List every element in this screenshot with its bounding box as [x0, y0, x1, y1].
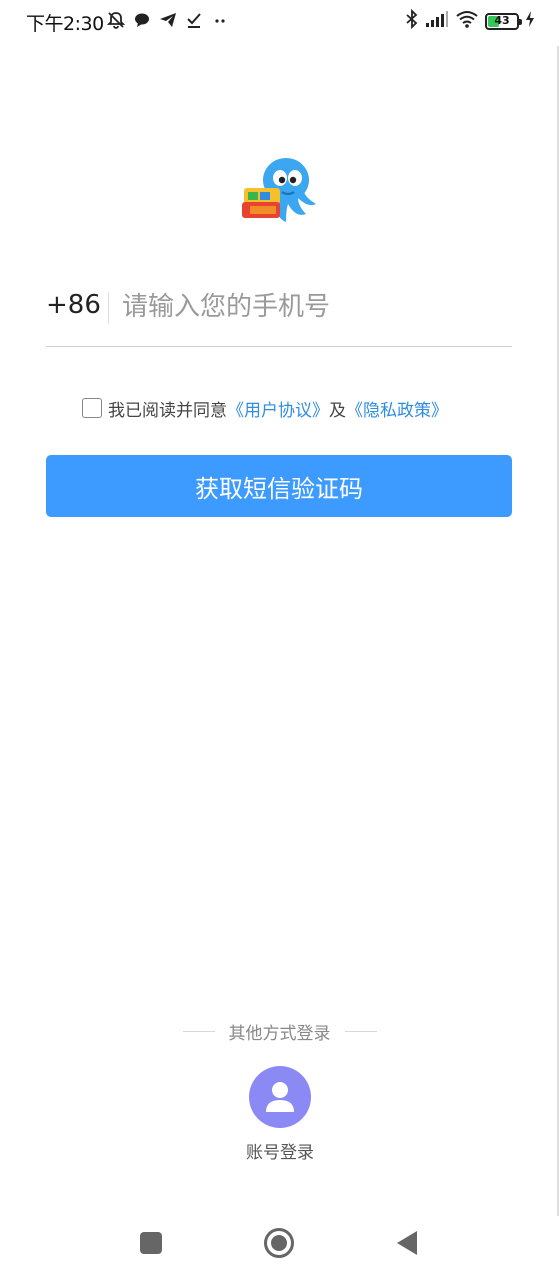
account-login-button[interactable]	[249, 1066, 311, 1128]
user-agreement-link[interactable]: 《用户协议》	[227, 396, 329, 421]
get-sms-code-button[interactable]: 获取短信验证码	[46, 455, 512, 517]
task-check-icon	[184, 10, 204, 30]
account-login-label[interactable]: 账号登录	[246, 1138, 314, 1163]
app-logo	[236, 148, 322, 234]
triangle-back-icon	[397, 1231, 417, 1255]
home-button[interactable]	[262, 1226, 296, 1260]
account-login-option[interactable]: 账号登录	[230, 1066, 330, 1163]
chat-bubble-icon	[132, 10, 152, 30]
divider	[182, 1030, 215, 1032]
country-code-selector[interactable]: +86	[46, 290, 101, 320]
status-time: 下午2:30	[26, 13, 104, 35]
telegram-icon	[158, 10, 178, 30]
bluetooth-icon	[405, 8, 419, 33]
battery-icon: 43	[485, 12, 522, 30]
agreement-text: 我已阅读并同意	[108, 400, 227, 421]
other-login-title: 其他方式登录	[228, 1023, 331, 1044]
agreement-conjunction: 及	[329, 400, 346, 421]
other-login-header: 其他方式登录	[0, 1018, 559, 1044]
wifi-icon	[455, 9, 479, 33]
system-icons: 43	[405, 8, 535, 33]
bell-mute-icon	[106, 10, 126, 30]
back-button[interactable]	[390, 1226, 424, 1260]
phone-number-input[interactable]	[122, 284, 502, 330]
agreement-row: 我已阅读并同意 《用户协议》 及 《隐私政策》	[82, 395, 448, 421]
divider	[344, 1030, 377, 1032]
signal-icon	[425, 10, 449, 32]
circle-icon	[264, 1228, 294, 1258]
square-icon	[140, 1232, 162, 1254]
recent-apps-button[interactable]	[134, 1226, 168, 1260]
divider	[108, 292, 109, 324]
user-icon	[266, 1082, 294, 1112]
privacy-policy-link[interactable]: 《隐私政策》	[346, 396, 448, 421]
phone-input-row: +86	[46, 276, 512, 347]
notification-icons	[106, 10, 230, 30]
more-dots-icon	[210, 10, 230, 30]
charging-icon	[525, 10, 535, 32]
battery-level-text: 43	[494, 13, 510, 27]
navigation-bar	[0, 1212, 559, 1276]
status-bar: 下午2:30 43	[0, 0, 559, 42]
agreement-checkbox[interactable]	[82, 398, 102, 418]
